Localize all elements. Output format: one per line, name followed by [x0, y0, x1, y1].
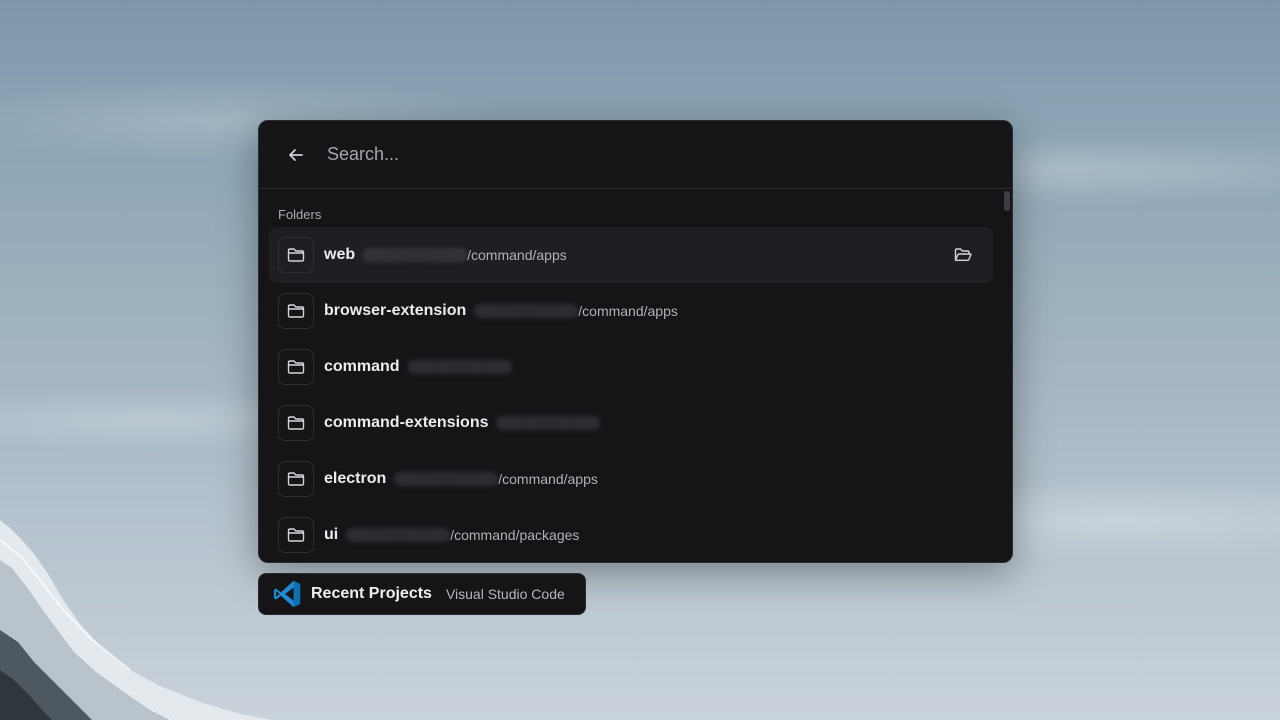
scrollbar-thumb[interactable]: [1004, 191, 1010, 211]
list-item-web[interactable]: web /command/apps: [269, 227, 993, 283]
folder-name: command: [324, 358, 400, 375]
list-item-ui[interactable]: ui /command/packages: [269, 507, 993, 562]
folder-path-suffix: /command/apps: [467, 247, 567, 263]
folder-icon: [278, 349, 314, 385]
section-heading: Folders: [278, 207, 322, 222]
folder-name: command-extensions: [324, 414, 489, 431]
folder-icon: [278, 517, 314, 553]
folder-path: [407, 360, 512, 374]
folder-path: /command/apps: [474, 303, 678, 319]
redacted-path-segment: [346, 528, 451, 542]
folder-path: /command/packages: [346, 527, 579, 543]
folder-icon: [278, 405, 314, 441]
arrow-left-icon[interactable]: [285, 144, 307, 166]
list-item-command-extensions[interactable]: command-extensions: [269, 395, 993, 451]
footer-title: Recent Projects: [311, 585, 432, 602]
redacted-path-segment: [363, 248, 468, 262]
recent-projects-badge[interactable]: Recent Projects Visual Studio Code: [258, 573, 586, 615]
desktop-wallpaper: Folders web /command/apps: [0, 0, 1280, 720]
redacted-path-segment: [407, 360, 512, 374]
folder-path-suffix: /command/apps: [498, 471, 598, 487]
folder-name: web: [324, 246, 356, 263]
folder-path: [496, 416, 601, 430]
redacted-path-segment: [474, 304, 579, 318]
folder-rows: web /command/apps browser-extension /com…: [269, 227, 993, 562]
list-item-command[interactable]: command: [269, 339, 993, 395]
folder-path: /command/apps: [363, 247, 567, 263]
folder-name: electron: [324, 470, 387, 487]
list-item-browser-extension[interactable]: browser-extension /command/apps: [269, 283, 993, 339]
redacted-path-segment: [496, 416, 601, 430]
folder-icon: [278, 461, 314, 497]
folder-icon: [278, 293, 314, 329]
folder-name: ui: [324, 526, 339, 543]
folder-icon: [278, 237, 314, 273]
folder-name: browser-extension: [324, 302, 467, 319]
vscode-icon: [273, 580, 301, 608]
command-palette: Folders web /command/apps: [258, 120, 1013, 563]
folder-open-icon[interactable]: [953, 245, 973, 265]
folder-path-suffix: /command/apps: [578, 303, 678, 319]
mountain-snow-wallpaper: [0, 520, 272, 720]
results-list: Folders web /command/apps browser-extens…: [259, 189, 1012, 562]
search-bar: [259, 121, 1012, 189]
redacted-path-segment: [394, 472, 499, 486]
list-item-electron[interactable]: electron /command/apps: [269, 451, 993, 507]
scrollbar[interactable]: [1002, 189, 1010, 562]
footer-subtitle: Visual Studio Code: [445, 586, 565, 602]
folder-path: /command/apps: [394, 471, 598, 487]
search-input[interactable]: [325, 143, 929, 166]
folder-path-suffix: /command/packages: [450, 527, 580, 543]
